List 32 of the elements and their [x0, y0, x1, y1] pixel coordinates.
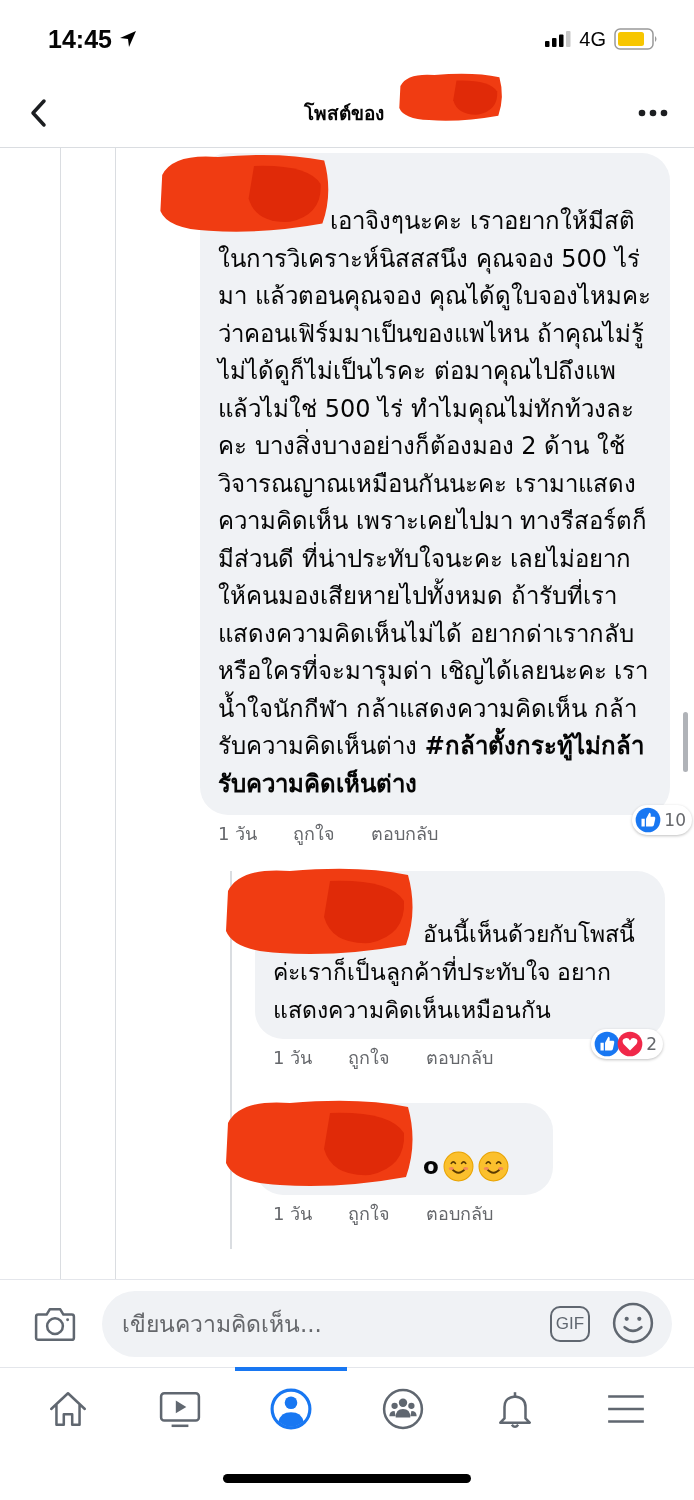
heart-reaction-icon	[617, 1031, 644, 1057]
post-title: โพสต์ของ	[304, 100, 384, 126]
reply-link[interactable]: ตอบกลับ	[426, 1199, 494, 1239]
comment-time: 1 วัน	[273, 1046, 313, 1070]
reply-link[interactable]: ตอบกลับ	[371, 819, 439, 859]
comment-time: 1 วัน	[273, 1202, 313, 1226]
reaction-badge[interactable]: 2	[591, 1029, 663, 1059]
emoji-button[interactable]	[612, 1301, 654, 1344]
network-label: 4G	[579, 27, 606, 51]
like-link[interactable]: ถูกใจ	[348, 1199, 391, 1239]
smiling-emoji-icon	[442, 1150, 474, 1182]
battery-icon	[614, 28, 658, 50]
like-reaction-icon	[635, 807, 662, 833]
comment-text: เอาจิงๆนะคะ เราอยากให้มีสติในการวิเคราะห์นิสสสนึง คุณจอง 500 ไร่มา แล้วตอนคุณจอง คุณได้ดูใบจองไหมคะว่าคอนเฟิร์มมาเป็นของแพไหน ถ้าคุณไม่รู้ ไม่ได้ดูก็ไม่เป็นไรคะ ต่อมาคุณไปถึงแพ แล้วไม่ใช่ 500 ไร่ ทำไมคุณไม่ทักท้วงละคะ บางสิ่งบางอย่างก็ต้องมอง 2 ด้าน ใช้วิจารณญาณเหมือนกันนะคะ เรามาแสดงความคิดเห็น เพราะเคยไปมา ทางรีสอร์ตก็มีส่วนดี ที่น่าประทับใจนะคะ เลยไม่อยากให้คนมองเสียหายไปทั้งหมด ถ้ารับที่เราแสดงความคิดเห็นไม่ได้ อยากด่าเรากลับ หรือใครที่จะมารุมด่า เชิญได้เลยนะคะ เราน้ำใจนักกีฬา กล้าแสดงความคิดเห็น กล้ารับความคิดเห็นต่าง #กล้าตั้งกระทู้ไม่กล้ารับความคิดเห็นต่าง	[218, 206, 653, 800]
more-icon	[638, 108, 668, 117]
profile-icon	[270, 1388, 313, 1430]
comment-time: 1 วัน	[218, 822, 258, 846]
gif-button[interactable]: GIF	[550, 1305, 590, 1342]
scrollbar	[683, 712, 688, 772]
signal-icon	[545, 31, 572, 47]
clock-time: 14:45	[48, 24, 112, 54]
reaction-badge[interactable]: 10	[632, 805, 692, 835]
reply-link[interactable]: ตอบกลับ	[426, 1043, 494, 1083]
smiling-emoji-icon	[477, 1150, 509, 1182]
like-reaction-icon	[594, 1031, 621, 1057]
comment-text: อันนี้เห็นด้วยกับโพสนี้ค่ะเราก็เป็นลูกค้าที่ประทับใจ อยากแสดงความคิดเห็นเหมือนกัน	[273, 915, 649, 1029]
comment-text: o	[422, 1152, 439, 1181]
camera-icon	[34, 1305, 76, 1342]
like-link[interactable]: ถูกใจ	[348, 1043, 391, 1083]
group-icon	[381, 1388, 424, 1430]
smiley-icon	[612, 1301, 654, 1344]
like-link[interactable]: ถูกใจ	[293, 819, 336, 859]
